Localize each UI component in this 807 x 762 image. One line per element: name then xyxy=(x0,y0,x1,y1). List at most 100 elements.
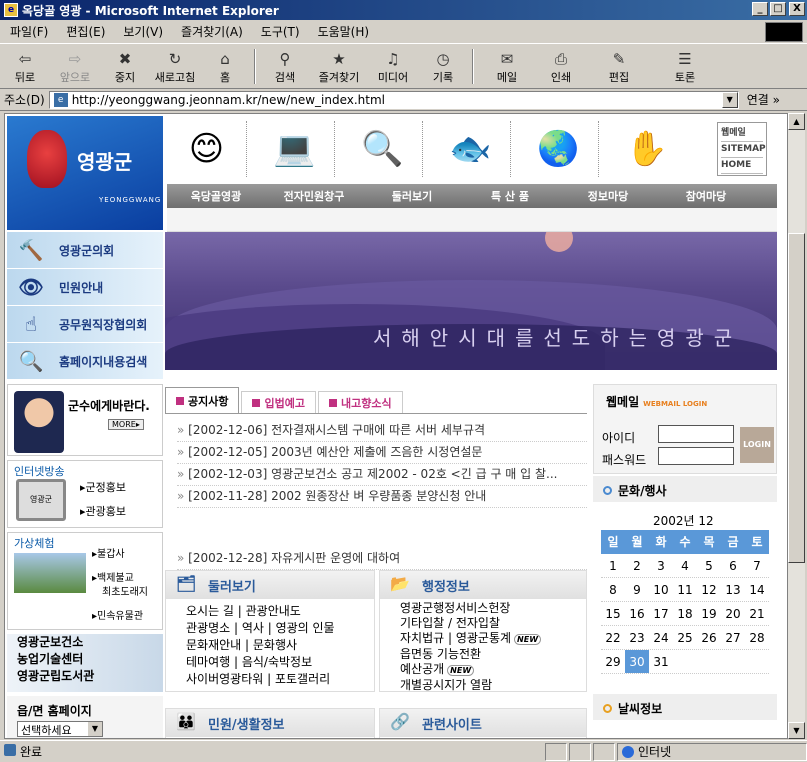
calendar-day[interactable]: 28 xyxy=(745,626,769,649)
admin-link[interactable]: 읍면동 기능전환 xyxy=(400,647,586,662)
calendar-day[interactable]: 6 xyxy=(721,554,745,577)
search-button[interactable]: ⚲ 검색 xyxy=(260,45,310,88)
calendar-day[interactable]: 13 xyxy=(721,578,745,601)
calendar-day[interactable]: 16 xyxy=(625,602,649,625)
sites-title[interactable]: 관련사이트 xyxy=(422,714,482,733)
chief-box[interactable]: 군수에게바란다. MORE▸ xyxy=(7,384,163,456)
admin-link[interactable]: 개별공시지가 열람 xyxy=(400,678,586,693)
news-item[interactable]: [2002-12-06] 전자결재시스템 구매에 따른 서버 세부규격 xyxy=(177,420,587,442)
calendar-day[interactable]: 17 xyxy=(649,602,673,625)
calendar-day[interactable]: 10 xyxy=(649,578,673,601)
calendar-day[interactable]: 1 xyxy=(601,554,625,577)
civil-title[interactable]: 민원/생활정보 xyxy=(208,714,285,733)
favorites-button[interactable]: ★ 즐겨찾기 xyxy=(310,45,368,88)
calendar-day[interactable]: 31 xyxy=(649,650,673,673)
calendar-day[interactable]: 30 xyxy=(625,650,649,673)
nav-e-civil[interactable]: 전자민원창구 xyxy=(265,188,363,204)
leftnav-civil[interactable]: 👁 민원안내 xyxy=(7,269,163,306)
mail-button[interactable]: ✉ 메일 xyxy=(478,45,536,88)
tab-legislation[interactable]: 입법예고 xyxy=(241,391,316,413)
calendar-day[interactable]: 2 xyxy=(625,554,649,577)
menu-edit[interactable]: 편집(E) xyxy=(66,23,105,40)
tour-link[interactable]: 관광명소 | 역사 | 영광의 인물 xyxy=(186,620,374,637)
login-button[interactable]: LOGIN xyxy=(740,427,774,463)
mascot-icon[interactable]: 😊 xyxy=(167,121,247,177)
calendar-day[interactable]: 9 xyxy=(625,578,649,601)
admin-link[interactable]: 기타입찰 / 전자입찰 xyxy=(400,616,586,631)
calendar-day[interactable]: 22 xyxy=(601,626,625,649)
link-agri[interactable]: 농업기술센터 xyxy=(7,651,163,668)
globe-icon[interactable]: 🌏 xyxy=(519,121,599,177)
refresh-button[interactable]: ↻ 새로고침 xyxy=(150,45,200,88)
tab-notice[interactable]: 공지사항 xyxy=(165,387,240,413)
calendar-day[interactable]: 12 xyxy=(697,578,721,601)
calendar-day[interactable]: 20 xyxy=(721,602,745,625)
admin-link[interactable]: 예산공개 NEW xyxy=(400,662,586,678)
vertical-scrollbar[interactable]: ▲ ▼ xyxy=(788,113,805,739)
password-input[interactable] xyxy=(658,447,734,465)
news-item[interactable]: [2002-12-28] 자유게시판 운영에 대하여 xyxy=(177,548,587,570)
tv-icon[interactable]: 영광군 xyxy=(16,479,66,521)
calendar-day[interactable]: 5 xyxy=(697,554,721,577)
menu-tools[interactable]: 도구(T) xyxy=(261,23,300,40)
scroll-thumb[interactable] xyxy=(788,233,805,563)
news-item[interactable]: [2002-11-28] 2002 원종장산 벼 우량품종 분양신청 안내 xyxy=(177,486,587,508)
calendar-day[interactable]: 15 xyxy=(601,602,625,625)
calendar-day[interactable]: 11 xyxy=(673,578,697,601)
news-item[interactable]: [2002-12-03] 영광군보건소 공고 제2002 - 02호 <긴 급 … xyxy=(177,464,587,486)
calendar-day[interactable]: 19 xyxy=(697,602,721,625)
address-url[interactable]: http://yeonggwang.jeonnam.kr/new/new_ind… xyxy=(72,93,385,107)
media-button[interactable]: ♫ 미디어 xyxy=(368,45,418,88)
magnifier-icon[interactable]: 🔍 xyxy=(343,121,423,177)
tour-link[interactable]: 오시는 길 | 관광안내도 xyxy=(186,603,374,620)
computer-icon[interactable]: 💻 xyxy=(255,121,335,177)
experience-item[interactable]: ▸불갑사 xyxy=(92,545,125,560)
nav-participate[interactable]: 참여마당 xyxy=(657,188,755,204)
go-button[interactable]: 연결 » xyxy=(747,91,780,108)
experience-item[interactable]: ▸민속유물관 xyxy=(92,607,143,622)
calendar-day[interactable]: 27 xyxy=(721,626,745,649)
region-select[interactable]: 선택하세요 xyxy=(17,721,103,737)
maximize-button[interactable]: □ xyxy=(770,2,786,16)
link-health[interactable]: 영광군보건소 xyxy=(7,634,163,651)
admin-link[interactable]: 영광군행정서비스헌장 xyxy=(400,601,586,616)
news-item[interactable]: [2002-12-05] 2003년 예산안 제출에 즈음한 시정연설문 xyxy=(177,442,587,464)
admin-link[interactable]: 자치법규 | 영광군통계 NEW xyxy=(400,631,586,647)
tour-link[interactable]: 사이버영광타워 | 포토갤러리 xyxy=(186,671,374,688)
tour-link[interactable]: 문화재안내 | 문화행사 xyxy=(186,637,374,654)
experience-item[interactable]: ▸백제불교 xyxy=(92,569,134,584)
calendar-day[interactable]: 24 xyxy=(649,626,673,649)
discuss-button[interactable]: ☰ 토론 xyxy=(652,45,718,88)
history-button[interactable]: ◷ 기록 xyxy=(418,45,468,88)
home-button[interactable]: ⌂ 홈 xyxy=(200,45,250,88)
temple-photo[interactable] xyxy=(14,553,86,593)
menu-help[interactable]: 도움말(H) xyxy=(318,23,370,40)
calendar-day[interactable]: 21 xyxy=(745,602,769,625)
leftnav-council[interactable]: 🔨 영광군의회 xyxy=(7,232,163,269)
site-logo[interactable]: 영광군 YEONGGWANG xyxy=(7,116,163,230)
calendar-day[interactable]: 8 xyxy=(601,578,625,601)
nav-specialty[interactable]: 특 산 품 xyxy=(461,188,559,204)
calendar-day[interactable]: 25 xyxy=(673,626,697,649)
home-link[interactable]: HOME xyxy=(721,158,763,174)
calendar-day[interactable]: 7 xyxy=(745,554,769,577)
experience-item[interactable]: 최초도래지 xyxy=(102,583,148,598)
nav-tour[interactable]: 둘러보기 xyxy=(363,188,461,204)
webmail-link[interactable]: 웹메일 xyxy=(721,126,763,142)
tour-link[interactable]: 테마여행 | 음식/숙박정보 xyxy=(186,654,374,671)
menu-file[interactable]: 파일(F) xyxy=(10,23,48,40)
scroll-up-button[interactable]: ▲ xyxy=(788,113,805,130)
edit-button[interactable]: ✎ 편집 xyxy=(586,45,652,88)
fish-icon[interactable]: 🐟 xyxy=(431,121,511,177)
broadcast-item[interactable]: ▸군정홍보 xyxy=(80,479,126,495)
menu-favorites[interactable]: 즐겨찾기(A) xyxy=(181,23,243,40)
nav-info[interactable]: 정보마당 xyxy=(559,188,657,204)
leftnav-search[interactable]: 🔍 홈페이지내용검색 xyxy=(7,343,163,380)
more-button[interactable]: MORE▸ xyxy=(108,419,144,430)
back-button[interactable]: ⇦ 뒤로 xyxy=(0,45,50,88)
scroll-down-button[interactable]: ▼ xyxy=(788,722,805,739)
nav-okdanggol[interactable]: 옥당골영광 xyxy=(167,188,265,204)
calendar-day[interactable]: 29 xyxy=(601,650,625,673)
address-dropdown-button[interactable]: ▼ xyxy=(721,91,738,108)
menu-view[interactable]: 보기(V) xyxy=(123,23,163,40)
